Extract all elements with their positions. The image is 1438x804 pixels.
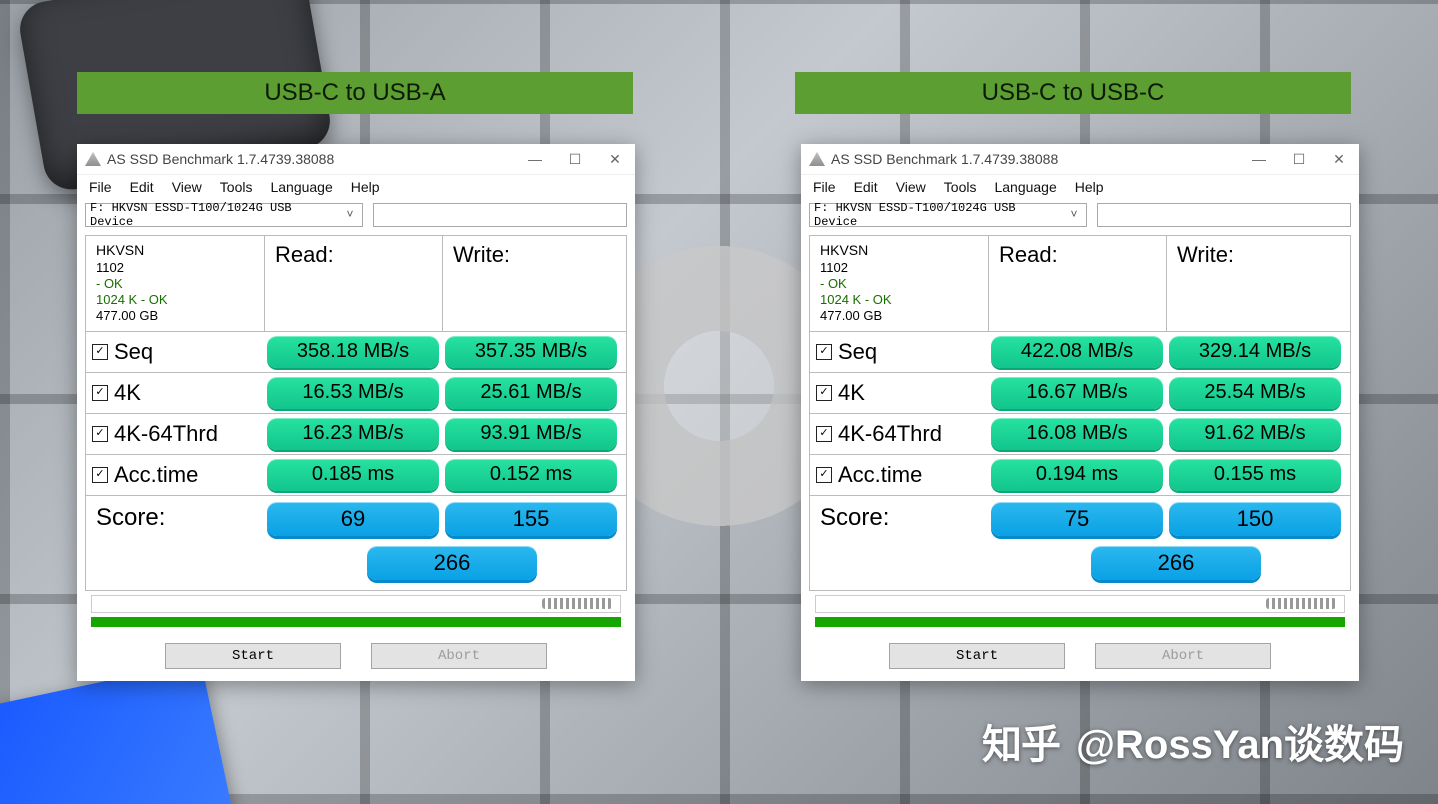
score-total: 266: [1091, 546, 1261, 580]
menubar: File Edit View Tools Language Help: [77, 175, 635, 199]
seq-write: 329.14 MB/s: [1169, 336, 1341, 368]
write-header: Write:: [1166, 236, 1344, 331]
seq-label: Seq: [838, 339, 877, 365]
titlebar[interactable]: AS SSD Benchmark 1.7.4739.38088 — ☐ ✕: [77, 144, 635, 175]
4k-read: 16.53 MB/s: [267, 377, 439, 409]
minimize-button[interactable]: —: [1239, 144, 1279, 174]
window-title: AS SSD Benchmark 1.7.4739.38088: [831, 151, 1239, 167]
acc-read: 0.194 ms: [991, 459, 1163, 491]
acc-write: 0.155 ms: [1169, 459, 1341, 491]
menu-language[interactable]: Language: [270, 179, 332, 195]
seq-checkbox[interactable]: ✓: [92, 344, 108, 360]
menu-file[interactable]: File: [89, 179, 112, 195]
menu-tools[interactable]: Tools: [944, 179, 977, 195]
score-read: 75: [991, 502, 1163, 536]
4k64-label: 4K-64Thrd: [114, 421, 218, 447]
menu-tools[interactable]: Tools: [220, 179, 253, 195]
menu-edit[interactable]: Edit: [130, 179, 154, 195]
score-read: 69: [267, 502, 439, 536]
menu-file[interactable]: File: [813, 179, 836, 195]
author-handle: @RossYan谈数码: [1076, 712, 1404, 770]
chevron-down-icon: ˅: [1066, 208, 1082, 222]
device-info: HKVSN 1102 - OK 1024 K - OK 477.00 GB: [810, 236, 988, 331]
label-usb-c-to-a: USB-C to USB-A: [77, 72, 633, 114]
menu-view[interactable]: View: [172, 179, 202, 195]
acc-checkbox[interactable]: ✓: [816, 467, 832, 483]
progress-bar: [91, 595, 621, 613]
abort-button[interactable]: Abort: [371, 643, 547, 669]
seq-read: 422.08 MB/s: [991, 336, 1163, 368]
4k64-checkbox[interactable]: ✓: [816, 426, 832, 442]
4k-write: 25.61 MB/s: [445, 377, 617, 409]
menu-edit[interactable]: Edit: [854, 179, 878, 195]
4k-write: 25.54 MB/s: [1169, 377, 1341, 409]
4k64-write: 91.62 MB/s: [1169, 418, 1341, 450]
app-icon: [809, 152, 825, 166]
titlebar[interactable]: AS SSD Benchmark 1.7.4739.38088 — ☐ ✕: [801, 144, 1359, 175]
acc-checkbox[interactable]: ✓: [92, 467, 108, 483]
minimize-button[interactable]: —: [515, 144, 555, 174]
4k-label: 4K: [838, 380, 865, 406]
window-title: AS SSD Benchmark 1.7.4739.38088: [107, 151, 515, 167]
acc-label: Acc.time: [838, 462, 922, 488]
read-header: Read:: [988, 236, 1166, 331]
menu-help[interactable]: Help: [351, 179, 380, 195]
start-button[interactable]: Start: [889, 643, 1065, 669]
4k64-read: 16.08 MB/s: [991, 418, 1163, 450]
zhihu-logo: 知乎: [982, 712, 1060, 770]
device-select-value: F: HKVSN ESSD-T100/1024G USB Device: [814, 201, 1066, 229]
device-select[interactable]: F: HKVSN ESSD-T100/1024G USB Device ˅: [85, 203, 363, 227]
abort-button[interactable]: Abort: [1095, 643, 1271, 669]
acc-write: 0.152 ms: [445, 459, 617, 491]
run-label-input[interactable]: [1097, 203, 1351, 227]
acc-label: Acc.time: [114, 462, 198, 488]
score-label: Score:: [810, 496, 988, 582]
score-write: 150: [1169, 502, 1341, 536]
menubar: File Edit View Tools Language Help: [801, 175, 1359, 199]
progress-bar: [815, 595, 1345, 613]
score-label: Score:: [86, 496, 264, 582]
as-ssd-window-c: AS SSD Benchmark 1.7.4739.38088 — ☐ ✕ Fi…: [801, 144, 1359, 681]
4k-label: 4K: [114, 380, 141, 406]
maximize-button[interactable]: ☐: [555, 144, 595, 174]
completion-bar: [91, 617, 621, 627]
close-button[interactable]: ✕: [1319, 144, 1359, 174]
menu-view[interactable]: View: [896, 179, 926, 195]
chevron-down-icon: ˅: [342, 208, 358, 222]
acc-read: 0.185 ms: [267, 459, 439, 491]
seq-checkbox[interactable]: ✓: [816, 344, 832, 360]
app-icon: [85, 152, 101, 166]
menu-language[interactable]: Language: [994, 179, 1056, 195]
device-info: HKVSN 1102 - OK 1024 K - OK 477.00 GB: [86, 236, 264, 331]
4k64-read: 16.23 MB/s: [267, 418, 439, 450]
score-write: 155: [445, 502, 617, 536]
seq-read: 358.18 MB/s: [267, 336, 439, 368]
write-header: Write:: [442, 236, 620, 331]
read-header: Read:: [264, 236, 442, 331]
4k-checkbox[interactable]: ✓: [92, 385, 108, 401]
4k-read: 16.67 MB/s: [991, 377, 1163, 409]
menu-help[interactable]: Help: [1075, 179, 1104, 195]
seq-label: Seq: [114, 339, 153, 365]
seq-write: 357.35 MB/s: [445, 336, 617, 368]
watermark: 知乎 @RossYan谈数码: [982, 712, 1404, 770]
as-ssd-window-a: AS SSD Benchmark 1.7.4739.38088 — ☐ ✕ Fi…: [77, 144, 635, 681]
run-label-input[interactable]: [373, 203, 627, 227]
label-usb-c-to-c: USB-C to USB-C: [795, 72, 1351, 114]
4k-checkbox[interactable]: ✓: [816, 385, 832, 401]
score-total: 266: [367, 546, 537, 580]
4k64-label: 4K-64Thrd: [838, 421, 942, 447]
device-select-value: F: HKVSN ESSD-T100/1024G USB Device: [90, 201, 342, 229]
4k64-write: 93.91 MB/s: [445, 418, 617, 450]
completion-bar: [815, 617, 1345, 627]
start-button[interactable]: Start: [165, 643, 341, 669]
maximize-button[interactable]: ☐: [1279, 144, 1319, 174]
device-select[interactable]: F: HKVSN ESSD-T100/1024G USB Device ˅: [809, 203, 1087, 227]
4k64-checkbox[interactable]: ✓: [92, 426, 108, 442]
close-button[interactable]: ✕: [595, 144, 635, 174]
